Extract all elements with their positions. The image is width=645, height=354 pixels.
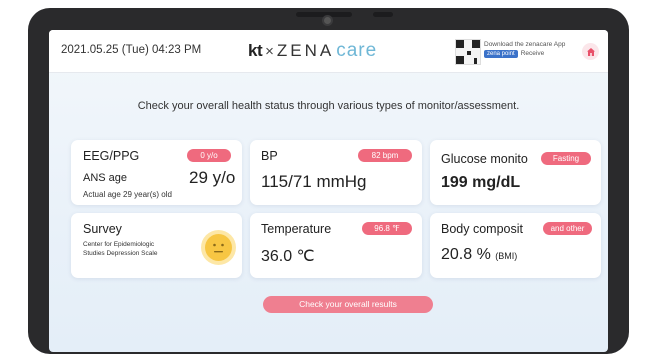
tablet-frame: 2021.05.25 (Tue) 04:23 PM kt × ZENA care… [28, 8, 629, 354]
brand-times: × [265, 42, 274, 60]
bmi-unit: (BMI) [495, 251, 518, 261]
download-app-info[interactable]: Download the zenacare App zena point Rece… [484, 41, 579, 58]
card-temperature[interactable]: Temperature 96.8 ℉ 36.0 ℃ [250, 213, 422, 278]
temperature-value: 36.0 ℃ [261, 248, 315, 265]
check-results-button[interactable]: Check your overall results [263, 296, 433, 313]
body-value: 20.8 % (BMI) [441, 246, 517, 264]
brand-zena: ZENA [276, 41, 335, 60]
and-other-badge: and other [543, 222, 592, 235]
card-title: Glucose monito [441, 152, 528, 166]
neutral-face-icon [205, 234, 232, 261]
brand-logo: kt × ZENA care [248, 38, 377, 64]
bp-value: 115/71 mmHg [261, 172, 367, 191]
qr-code-icon[interactable] [455, 39, 481, 65]
bmi-value: 20.8 % [441, 246, 491, 263]
app-screen: 2021.05.25 (Tue) 04:23 PM kt × ZENA care… [49, 30, 608, 352]
ans-age-value: 29 y/o [189, 168, 236, 187]
download-app-text: Download the zenacare App [484, 41, 566, 48]
card-title: Survey [83, 222, 122, 236]
volume-button [296, 12, 352, 17]
card-body-composition[interactable]: Body composit and other 20.8 % (BMI) [430, 213, 601, 278]
card-title: Temperature [261, 222, 332, 236]
receive-text: Receive [520, 50, 545, 57]
actual-age-note: Actual age 29 year(s) old [83, 190, 172, 199]
zena-point-chip: zena point [484, 50, 518, 58]
home-icon [586, 47, 595, 56]
fahrenheit-badge: 96.8 ℉ [362, 222, 412, 235]
brand-kt: kt [248, 41, 263, 60]
home-button[interactable] [582, 43, 599, 60]
card-survey[interactable]: Survey Center for Epidemiologic Studies … [71, 213, 242, 278]
card-title: BP [261, 149, 278, 163]
glucose-value: 199 mg/dL [441, 174, 521, 191]
ans-age-label: ANS age [83, 172, 128, 184]
front-camera [324, 17, 331, 24]
card-bp[interactable]: BP 82 bpm 115/71 mmHg [250, 140, 422, 205]
survey-line-2: Studies Depression Scale [83, 250, 158, 257]
fasting-badge: Fasting [541, 152, 591, 165]
heart-rate-badge: 82 bpm [358, 149, 412, 162]
card-title: Body composit [441, 222, 523, 236]
card-eeg-ppg[interactable]: EEG/PPG 0 y/o ANS age 29 y/o Actual age … [71, 140, 242, 205]
survey-line-1: Center for Epidemiologic [83, 241, 155, 248]
intro-text: Check your overall health status through… [137, 100, 520, 112]
datetime: 2021.05.25 (Tue) 04:23 PM [61, 44, 202, 56]
card-glucose[interactable]: Glucose monito Fasting 199 mg/dL [430, 140, 601, 205]
app-header: 2021.05.25 (Tue) 04:23 PM kt × ZENA care… [49, 30, 608, 73]
power-button [373, 12, 393, 17]
brand-care: care [336, 40, 378, 61]
card-title: EEG/PPG [83, 149, 140, 163]
status-badge: 0 y/o [187, 149, 231, 162]
